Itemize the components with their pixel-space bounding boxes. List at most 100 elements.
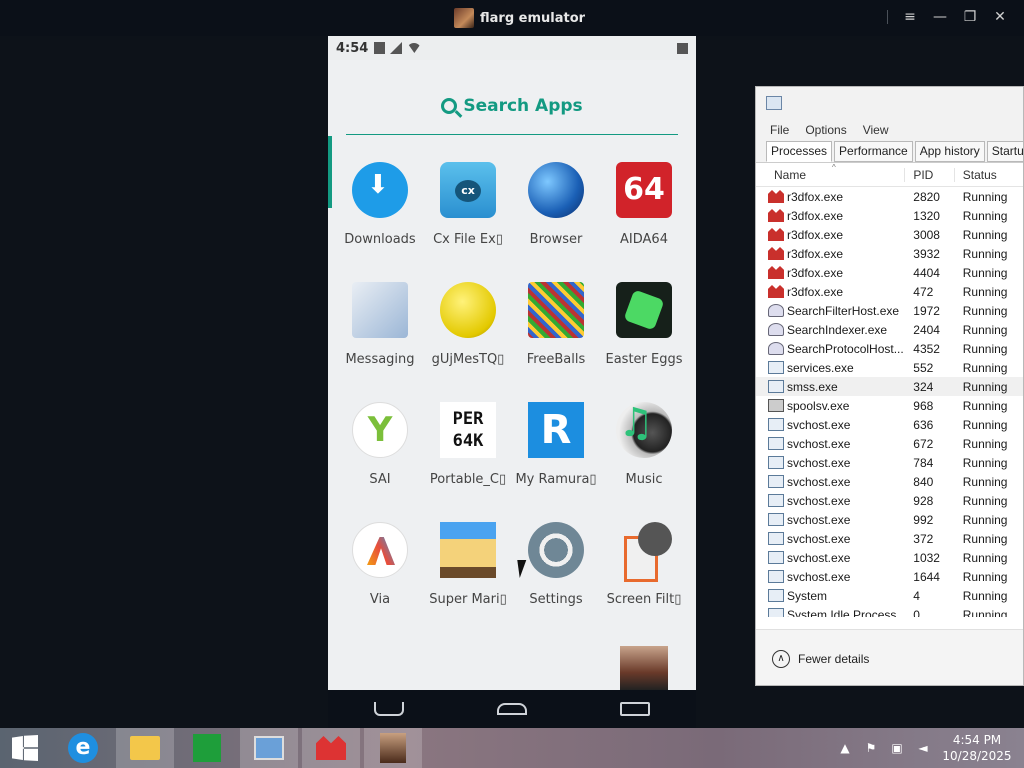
tab-processes[interactable]: Processes — [766, 141, 833, 162]
app-messaging[interactable]: Messaging — [336, 274, 424, 394]
r3dfox-process-icon — [768, 190, 784, 203]
table-row[interactable]: SearchProtocolHost.... 4352 Running — [756, 339, 1023, 358]
volume-muted-icon[interactable]: ◄ — [916, 741, 930, 755]
task-manager-title-bar[interactable] — [756, 87, 1023, 119]
table-row[interactable]: svchost.exe 1644 Running — [756, 567, 1023, 586]
app-downloads[interactable]: Downloads — [336, 154, 424, 274]
desktop: flarg emulator ≡ — ❐ ✕ 4:54 Search Apps — [0, 0, 1024, 768]
show-hidden-icons-chevron-icon[interactable]: ▲ — [838, 741, 852, 755]
process-name-cell: svchost.exe — [756, 437, 904, 451]
table-row[interactable]: r3dfox.exe 3008 Running — [756, 225, 1023, 244]
column-status[interactable]: Status — [953, 167, 1023, 182]
app-aida64[interactable]: 64 AIDA64 — [600, 154, 688, 274]
table-row[interactable]: SearchFilterHost.exe 1972 Running — [756, 301, 1023, 320]
taskbar-r3dfox[interactable] — [302, 728, 360, 768]
network-icon[interactable]: ▣ — [890, 741, 904, 755]
partial-app-icon[interactable] — [620, 646, 668, 690]
search-apps-bar[interactable]: Search Apps — [328, 60, 696, 152]
minimize-icon[interactable]: — — [932, 7, 948, 27]
menu-file[interactable]: File — [770, 123, 789, 137]
app-settings[interactable]: Settings — [512, 514, 600, 634]
app-my-ramura[interactable]: R My Ramura▯ — [512, 394, 600, 514]
app-label: Settings — [529, 592, 583, 607]
app-cx-file-explorer[interactable]: Cx File Ex▯ — [424, 154, 512, 274]
tab-performance[interactable]: Performance — [834, 141, 913, 162]
app-portable-c[interactable]: PER 64K Portable_C▯ — [424, 394, 512, 514]
column-pid[interactable]: PID — [904, 167, 953, 182]
table-row[interactable]: r3dfox.exe 2820 Running — [756, 187, 1023, 206]
fewer-details-button[interactable]: ∧ Fewer details — [756, 629, 1023, 685]
app-sai[interactable]: Y SAI — [336, 394, 424, 514]
app-browser[interactable]: Browser — [512, 154, 600, 274]
menu-icon[interactable]: ≡ — [902, 7, 918, 27]
process-status: Running — [962, 246, 1008, 261]
table-row[interactable]: svchost.exe 672 Running — [756, 434, 1023, 453]
super-mario-icon — [440, 522, 496, 578]
service-process-icon — [768, 456, 784, 469]
r3dfox-process-icon — [768, 285, 784, 298]
emulator-title: flarg emulator — [480, 10, 586, 26]
process-name: smss.exe — [787, 379, 838, 394]
process-status: Running — [962, 360, 1008, 375]
smiley-icon — [440, 282, 496, 338]
tab-startup[interactable]: Startup — [986, 141, 1023, 162]
process-status: Running — [962, 189, 1008, 204]
table-row[interactable]: r3dfox.exe 472 Running — [756, 282, 1023, 301]
table-row[interactable]: svchost.exe 992 Running — [756, 510, 1023, 529]
table-row[interactable]: svchost.exe 636 Running — [756, 415, 1023, 434]
process-status: Running — [962, 303, 1008, 318]
action-center-flag-icon[interactable]: ⚑ — [864, 741, 878, 755]
table-row[interactable]: SearchIndexer.exe 2404 Running — [756, 320, 1023, 339]
process-name: SearchProtocolHost.... — [787, 341, 905, 356]
messaging-icon — [352, 282, 408, 338]
emulator-title-bar[interactable]: flarg emulator ≡ — ❐ ✕ — [0, 0, 1024, 36]
downloads-icon — [352, 162, 408, 218]
table-row[interactable]: spoolsv.exe 968 Running — [756, 396, 1023, 415]
app-via[interactable]: Via — [336, 514, 424, 634]
table-row[interactable]: svchost.exe 840 Running — [756, 472, 1023, 491]
store-icon — [193, 734, 221, 762]
menu-options[interactable]: Options — [805, 123, 846, 137]
folder-icon — [130, 736, 160, 760]
app-screen-filter[interactable]: Screen Filt▯ — [600, 514, 688, 634]
home-button-icon[interactable] — [496, 703, 527, 715]
back-button-icon[interactable] — [374, 702, 405, 716]
table-row[interactable]: System 4 Running — [756, 586, 1023, 605]
process-name: svchost.exe — [787, 550, 851, 565]
taskbar-store[interactable] — [178, 728, 236, 768]
column-name[interactable]: Name — [756, 168, 904, 182]
app-music[interactable]: Music — [600, 394, 688, 514]
clock[interactable]: 4:54 PM 10/28/2025 — [942, 732, 1012, 764]
taskbar-file-explorer[interactable] — [116, 728, 174, 768]
table-row[interactable]: services.exe 552 Running — [756, 358, 1023, 377]
service-process-icon — [768, 361, 784, 374]
process-status: Running — [962, 588, 1008, 603]
tab-app-history[interactable]: App history — [914, 141, 985, 162]
taskbar-task-manager[interactable] — [240, 728, 298, 768]
search-process-icon — [768, 342, 784, 355]
app-super-mario[interactable]: Super Mari▯ — [424, 514, 512, 634]
app-freeballs[interactable]: FreeBalls — [512, 274, 600, 394]
table-row[interactable]: r3dfox.exe 4404 Running — [756, 263, 1023, 282]
table-row[interactable]: svchost.exe 784 Running — [756, 453, 1023, 472]
restore-icon[interactable]: ❐ — [962, 7, 978, 27]
recents-button-icon[interactable] — [619, 702, 650, 716]
table-row[interactable]: r3dfox.exe 1320 Running — [756, 206, 1023, 225]
process-name-cell: spoolsv.exe — [756, 399, 904, 413]
app-gujmestq[interactable]: gUjMesTQ▯ — [424, 274, 512, 394]
table-row[interactable]: svchost.exe 928 Running — [756, 491, 1023, 510]
process-list[interactable]: r3dfox.exe 2820 Running r3dfox.exe 1320 Runni… — [756, 187, 1023, 617]
taskbar-internet-explorer[interactable]: e — [54, 728, 112, 768]
task-manager-tabs: Processes Performance App history Startu… — [756, 141, 1023, 163]
table-row[interactable]: smss.exe 324 Running — [756, 377, 1023, 396]
process-pid: 672 — [913, 436, 934, 451]
table-row[interactable]: System Idle Process 0 Running — [756, 605, 1023, 617]
table-row[interactable]: svchost.exe 372 Running — [756, 529, 1023, 548]
table-row[interactable]: svchost.exe 1032 Running — [756, 548, 1023, 567]
start-button[interactable] — [0, 728, 50, 768]
app-easter-eggs[interactable]: Easter Eggs — [600, 274, 688, 394]
taskbar-flarg-emulator[interactable] — [364, 728, 422, 768]
menu-view[interactable]: View — [863, 123, 889, 137]
close-icon[interactable]: ✕ — [992, 7, 1008, 27]
table-row[interactable]: r3dfox.exe 3932 Running — [756, 244, 1023, 263]
